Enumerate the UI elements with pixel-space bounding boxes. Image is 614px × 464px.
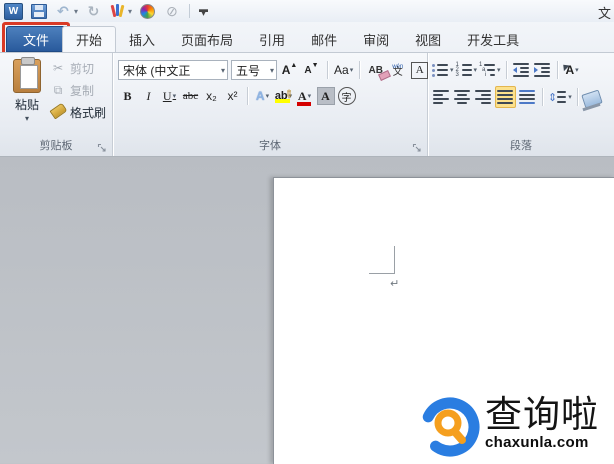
copy-button: ⧉ 复制 xyxy=(50,81,106,99)
character-shading-button[interactable]: A xyxy=(316,86,335,106)
strikethrough-button[interactable]: abc xyxy=(181,86,200,106)
quick-access-toolbar: W ↷ ▾ ↻ ▾ ⊘ ▬ ▾ xyxy=(4,1,208,21)
font-group-label: 字体 xyxy=(259,140,281,152)
font-name-combobox[interactable]: 宋体 (中文正 ▾ xyxy=(118,60,228,80)
tab-insert[interactable]: 插入 xyxy=(116,26,168,52)
clipboard-group: 粘贴 ▾ ✂ 剪切 ⧉ 复制 格式刷 剪贴板 xyxy=(0,53,113,156)
undo-dropdown-icon[interactable]: ▾ xyxy=(74,7,78,16)
cut-button: ✂ 剪切 xyxy=(50,59,106,77)
watermark-logo: 查询啦 chaxunla.com xyxy=(419,396,599,458)
watermark-name: 查询啦 xyxy=(485,395,599,436)
align-right-button[interactable] xyxy=(474,87,493,107)
clipboard-group-label: 剪贴板 xyxy=(39,140,73,152)
cut-label: 剪切 xyxy=(70,61,95,76)
margin-corner-mark xyxy=(394,246,395,274)
tab-view[interactable]: 视图 xyxy=(402,26,454,52)
document-workspace: ↵ 查询啦 chaxunla.com xyxy=(0,157,614,464)
copy-label: 复制 xyxy=(70,83,95,98)
shading-bucket-icon[interactable] xyxy=(581,87,603,109)
clear-formatting-button[interactable]: AB xyxy=(366,60,391,81)
align-center-button[interactable] xyxy=(453,87,472,107)
font-group: 宋体 (中文正 ▾ 五号 ▾ A ▲ A ▼ Aa ▾ AB wén 文 A B… xyxy=(113,53,429,156)
multilevel-list-button[interactable]: 1ai ▾ xyxy=(479,60,501,80)
paragraph-mark: ↵ xyxy=(390,278,400,290)
bold-button[interactable]: B xyxy=(118,86,137,106)
red-annotation-box: 文件 xyxy=(2,22,70,56)
document-page[interactable]: ↵ 查询啦 chaxunla.com xyxy=(273,177,614,464)
customize-qat-dropdown-icon[interactable]: ▬ ▾ xyxy=(199,5,208,18)
tab-mailings[interactable]: 邮件 xyxy=(298,26,350,52)
subscript-button[interactable]: x₂ xyxy=(202,86,221,106)
paste-button[interactable]: 粘贴 ▾ xyxy=(6,57,48,133)
shrink-font-button[interactable]: A ▼ xyxy=(302,60,321,80)
font-name-value: 宋体 (中文正 xyxy=(123,63,191,78)
numbering-button[interactable]: 123 ▾ xyxy=(456,60,478,80)
tab-file[interactable]: 文件 xyxy=(6,26,66,52)
align-left-button[interactable] xyxy=(432,87,451,107)
color-wheel-icon[interactable] xyxy=(139,3,156,19)
tab-page-layout[interactable]: 页面布局 xyxy=(168,26,246,52)
scissors-icon: ✂ xyxy=(52,61,64,75)
paragraph-group: ▾ 123 ▾ 1ai ▾ A ▾ ⇕ ▾ 段落 xyxy=(428,53,614,156)
paste-dropdown-icon[interactable]: ▾ xyxy=(25,114,29,123)
grow-font-button[interactable]: A ▲ xyxy=(280,60,299,80)
format-painter-button[interactable]: 格式刷 xyxy=(48,102,107,121)
change-case-button[interactable]: Aa ▾ xyxy=(334,60,353,80)
tab-developer[interactable]: 开发工具 xyxy=(454,26,532,52)
tab-home[interactable]: 开始 xyxy=(62,26,117,52)
word-app-icon[interactable]: W xyxy=(4,2,23,20)
title-bar: W ↷ ▾ ↻ ▾ ⊘ ▬ ▾ 文 xyxy=(0,0,614,22)
ribbon: 粘贴 ▾ ✂ 剪切 ⧉ 复制 格式刷 剪贴板 宋体 (中文正 ▾ 五号 ▾ A … xyxy=(0,52,614,157)
watermark-domain: chaxunla.com xyxy=(485,434,589,451)
font-size-dropdown-icon[interactable]: ▾ xyxy=(267,66,274,75)
font-name-dropdown-icon[interactable]: ▾ xyxy=(218,66,225,75)
italic-button[interactable]: I xyxy=(139,86,158,106)
paragraph-group-label: 段落 xyxy=(510,140,532,152)
qat-separator xyxy=(189,4,191,18)
copy-icon: ⧉ xyxy=(53,82,63,97)
character-border-button[interactable]: A xyxy=(410,60,429,80)
paste-label: 粘贴 xyxy=(14,98,39,112)
underline-button[interactable]: U ▾ xyxy=(160,86,179,106)
redo-icon[interactable]: ↻ xyxy=(85,3,102,19)
increase-indent-button[interactable] xyxy=(533,60,552,80)
phonetic-guide-button[interactable]: wén 文 xyxy=(388,60,407,80)
font-dialog-launcher-icon[interactable] xyxy=(412,143,423,154)
font-size-combobox[interactable]: 五号 ▾ xyxy=(231,60,277,80)
pens-dropdown-icon[interactable]: ▾ xyxy=(128,7,132,16)
superscript-button[interactable]: x² xyxy=(223,86,242,106)
undo-icon[interactable]: ↷ xyxy=(54,3,71,19)
paste-clipboard-icon xyxy=(13,57,41,93)
chaxunla-logo-icon xyxy=(420,397,480,457)
line-spacing-button[interactable]: ⇕ ▾ xyxy=(548,87,572,107)
ribbon-tab-row: 文件 开始 插入 页面布局 引用 邮件 审阅 视图 开发工具 xyxy=(0,22,614,56)
bullets-button[interactable]: ▾ xyxy=(432,60,454,80)
format-painter-brush-icon xyxy=(48,102,68,120)
font-size-value: 五号 xyxy=(236,63,261,78)
format-painter-label: 格式刷 xyxy=(70,105,107,120)
distribute-button[interactable] xyxy=(518,87,537,107)
sort-button[interactable]: A ▾ xyxy=(563,60,582,80)
tab-strip: 开始 插入 页面布局 引用 邮件 审阅 视图 开发工具 xyxy=(62,26,532,52)
clipboard-dialog-launcher-icon[interactable] xyxy=(97,143,108,154)
decrease-indent-button[interactable] xyxy=(512,60,531,80)
save-icon[interactable] xyxy=(30,3,47,19)
pens-icon[interactable] xyxy=(109,3,125,19)
font-color-button[interactable]: A ▾ xyxy=(295,86,314,106)
tab-review[interactable]: 审阅 xyxy=(350,26,402,52)
justify-button[interactable] xyxy=(495,86,516,108)
text-highlight-button[interactable]: ab ✎ ▾ xyxy=(274,86,296,106)
window-title-partial: 文 xyxy=(597,6,611,21)
enclose-characters-button[interactable]: 字 xyxy=(337,86,356,106)
disabled-draw-icon: ⊘ xyxy=(164,1,179,21)
text-effects-button[interactable]: A ▾ xyxy=(253,86,272,106)
tab-references[interactable]: 引用 xyxy=(246,26,298,52)
